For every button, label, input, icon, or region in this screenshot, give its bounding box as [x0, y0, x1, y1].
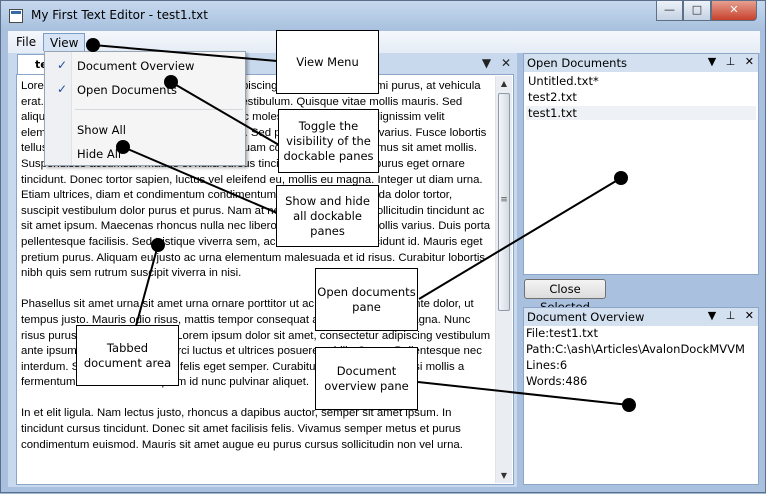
annotation-lines [86, 38, 636, 412]
callout-tabbed-area: Tabbed document area [76, 325, 179, 386]
callout-dot [614, 171, 628, 185]
callout-dot [622, 398, 636, 412]
connector-line [417, 381, 630, 406]
callout-dot [164, 75, 178, 89]
connector-line [418, 177, 622, 300]
connector-line [170, 81, 280, 146]
callout-toggle-visibility: Toggle the visibility of the dockable pa… [278, 109, 379, 173]
callout-overview-pane: Document overview pane [315, 347, 418, 410]
callout-dot [151, 238, 165, 252]
callout-open-documents-pane: Open documents pane [315, 268, 418, 331]
connector-line [135, 244, 159, 327]
callout-show-hide: Show and hide all dockable panes [276, 185, 379, 247]
callout-view-menu: View Menu [276, 30, 379, 94]
application-window: My First Text Editor - test1.txt — □ ✕ F… [0, 0, 766, 493]
callout-dot [86, 38, 100, 52]
connector-line [122, 146, 278, 214]
connector-line [92, 44, 278, 62]
callout-dot [116, 140, 130, 154]
